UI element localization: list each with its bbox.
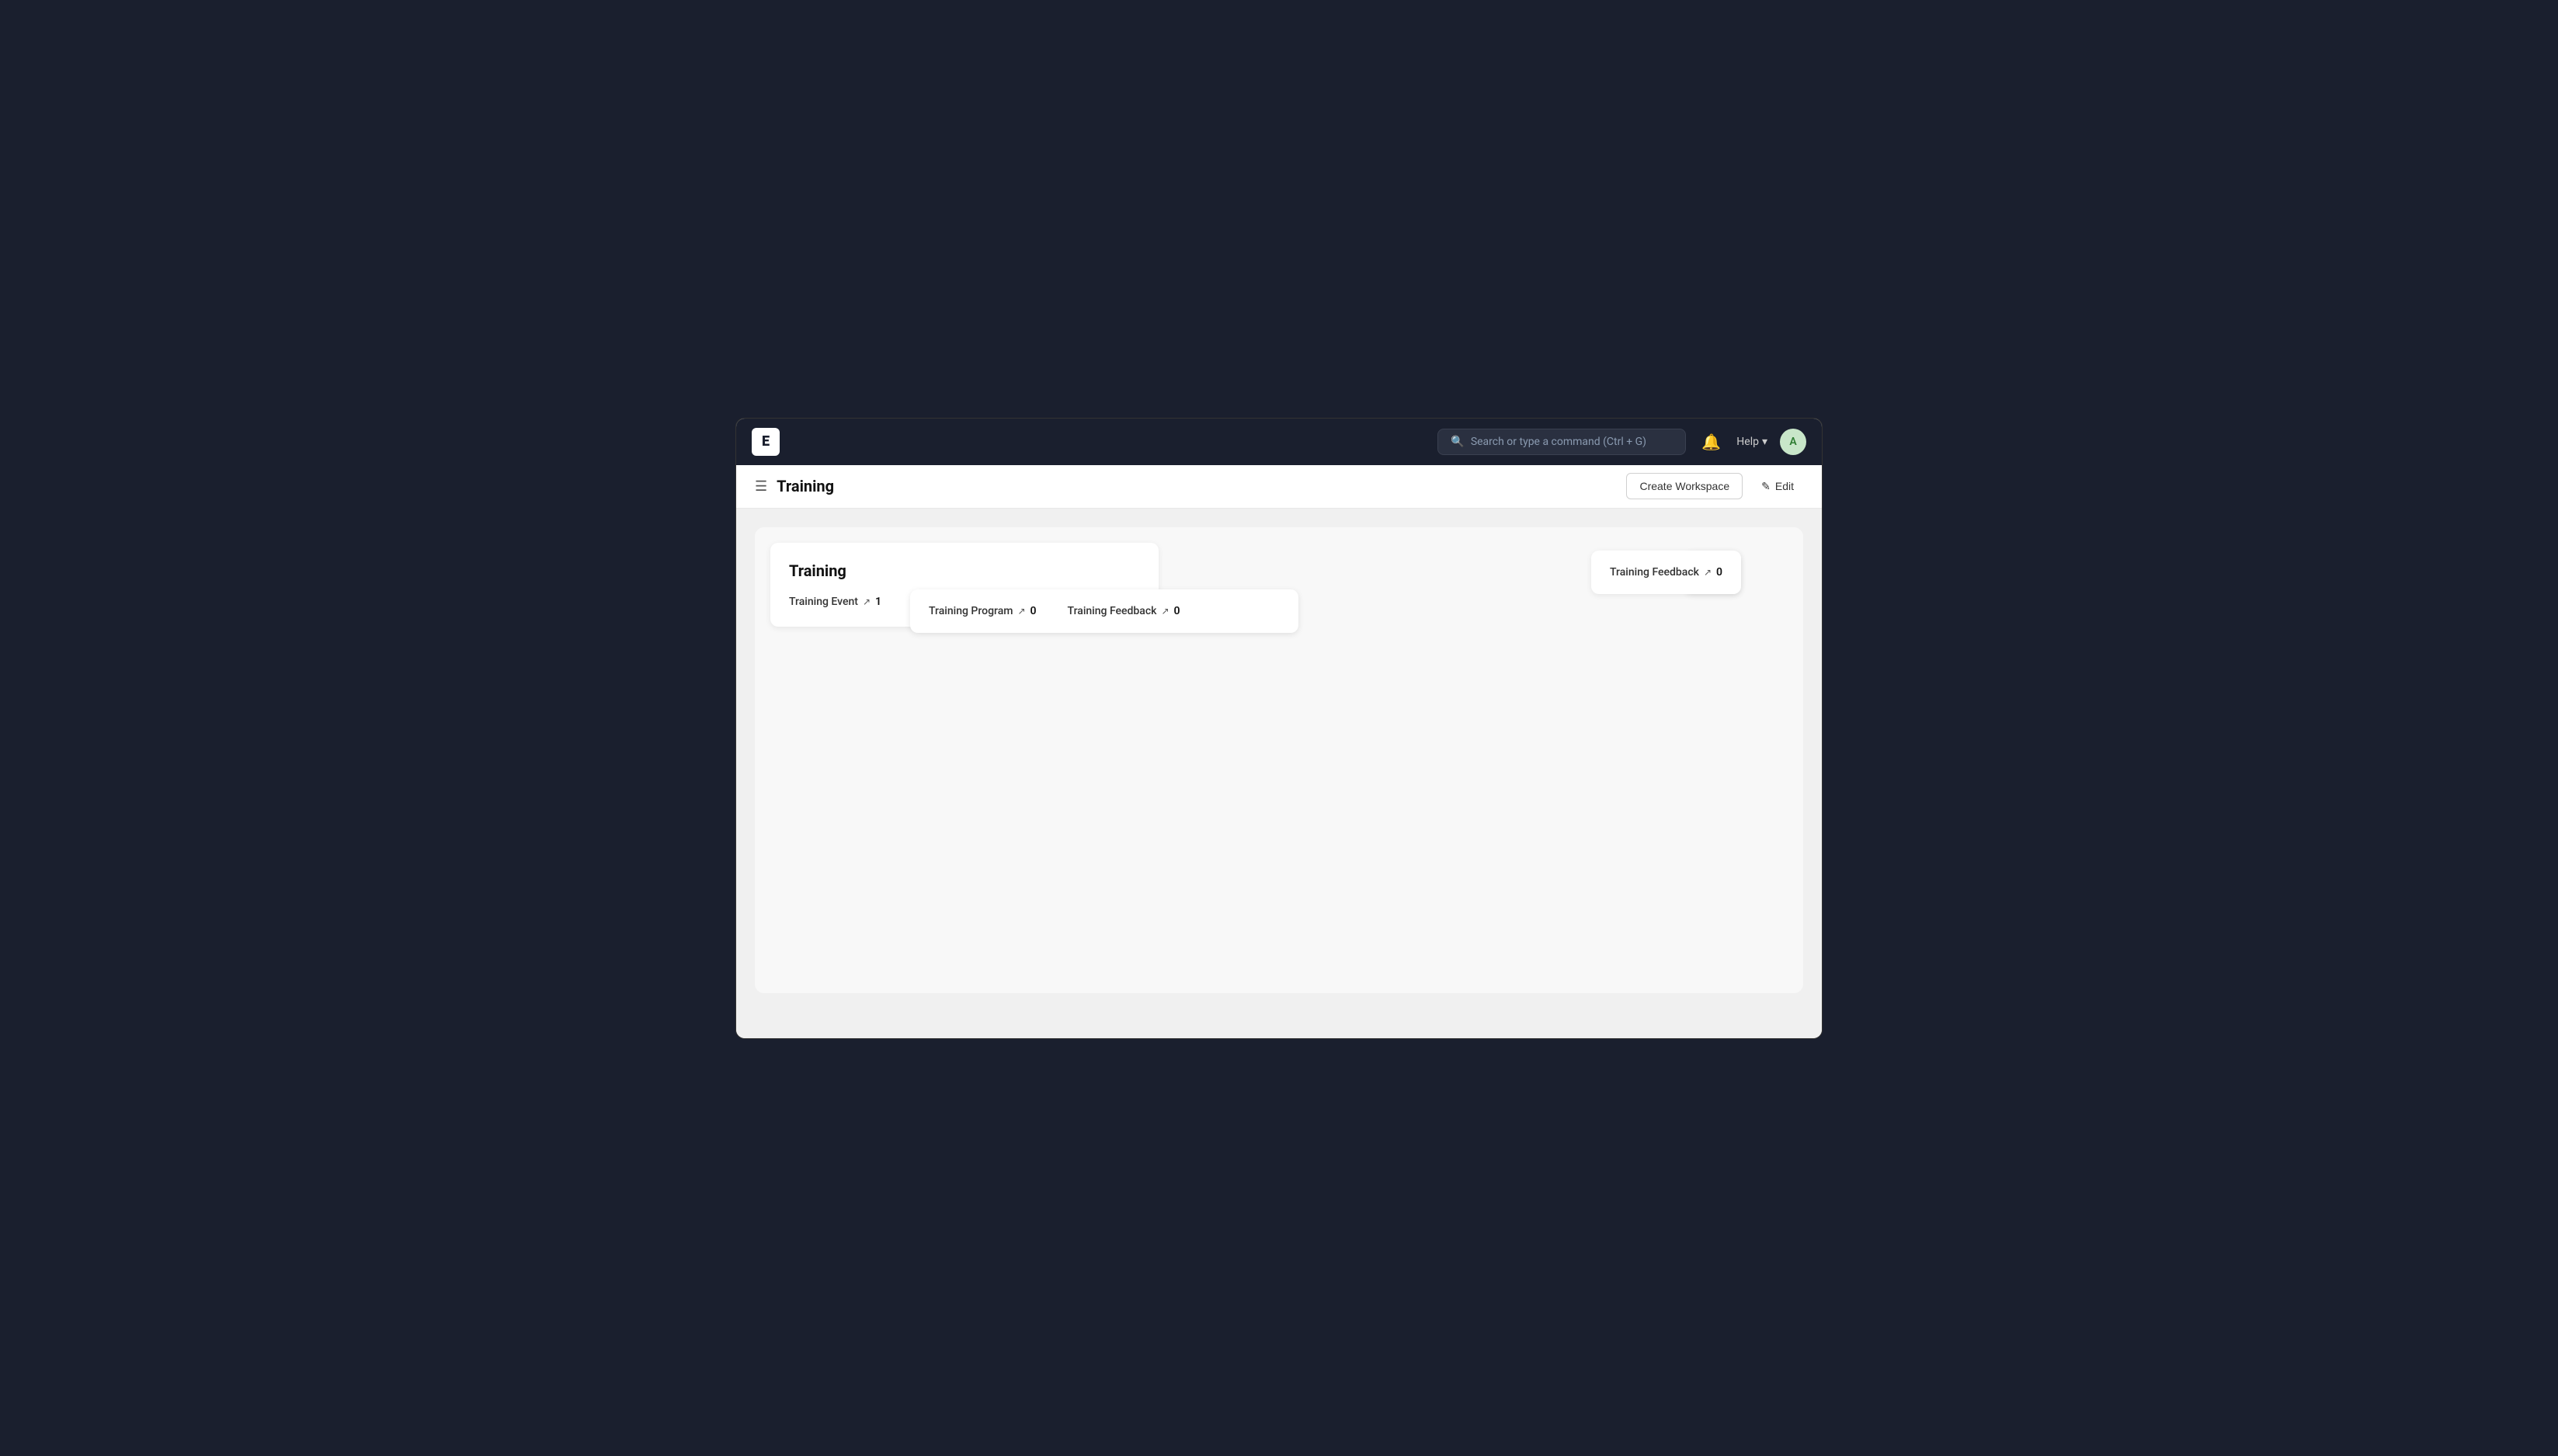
stat-training-event[interactable]: Training Event ↗ 1 — [789, 596, 881, 608]
avatar[interactable]: A — [1780, 429, 1806, 455]
search-placeholder: Search or type a command (Ctrl + G) — [1471, 436, 1646, 448]
help-button[interactable]: Help ▾ — [1736, 436, 1767, 448]
app-screen: E 🔍 Search or type a command (Ctrl + G) … — [735, 418, 1823, 1039]
page-header: ☰ Training Create Workspace ✎ Edit — [736, 465, 1822, 509]
edit-icon: ✎ — [1761, 480, 1771, 493]
training-event-value: 1 — [875, 596, 881, 608]
create-workspace-button[interactable]: Create Workspace — [1626, 473, 1743, 499]
stat-training-feedback[interactable]: Training Feedback ↗ 0 — [1068, 605, 1180, 617]
main-content: Training Training Event ↗ 1 Training Res… — [736, 509, 1822, 1038]
card-title: Training — [789, 561, 1140, 580]
training-feedback-card-right: Training Feedback ↗ 0 — [1591, 551, 1741, 594]
search-bar[interactable]: 🔍 Search or type a command (Ctrl + G) — [1437, 429, 1686, 455]
training-feedback-value: 0 — [1174, 605, 1180, 617]
secondary-card-stats: Training Program ↗ 0 Training Feedback ↗… — [929, 605, 1280, 617]
training-feedback-arrow-icon: ↗ — [1161, 606, 1169, 617]
top-nav: E 🔍 Search or type a command (Ctrl + G) … — [736, 419, 1822, 465]
hamburger-icon[interactable]: ☰ — [755, 478, 767, 495]
training-program-arrow-icon: ↗ — [1017, 606, 1025, 617]
search-icon: 🔍 — [1451, 436, 1464, 448]
bell-icon[interactable]: 🔔 — [1698, 429, 1724, 454]
training-program-value: 0 — [1030, 605, 1037, 617]
training-secondary-card: Training Program ↗ 0 Training Feedback ↗… — [910, 589, 1298, 633]
logo[interactable]: E — [752, 428, 780, 456]
stat-training-program[interactable]: Training Program ↗ 0 — [929, 605, 1037, 617]
training-program-label: Training Program — [929, 605, 1013, 617]
training-event-label: Training Event — [789, 596, 858, 608]
workspace-area: Training Training Event ↗ 1 Training Res… — [755, 527, 1803, 993]
help-chevron-icon: ▾ — [1762, 436, 1767, 448]
training-feedback-right-arrow-icon: ↗ — [1704, 567, 1712, 578]
edit-button[interactable]: ✎ Edit — [1752, 474, 1803, 499]
training-feedback-label: Training Feedback — [1068, 605, 1157, 617]
training-event-arrow-icon: ↗ — [863, 596, 871, 607]
help-label: Help — [1736, 436, 1759, 448]
edit-label: Edit — [1775, 480, 1794, 492]
training-feedback-right-value: 0 — [1716, 566, 1722, 579]
page-title: Training — [777, 477, 1617, 495]
training-feedback-right-label: Training Feedback — [1610, 566, 1699, 579]
